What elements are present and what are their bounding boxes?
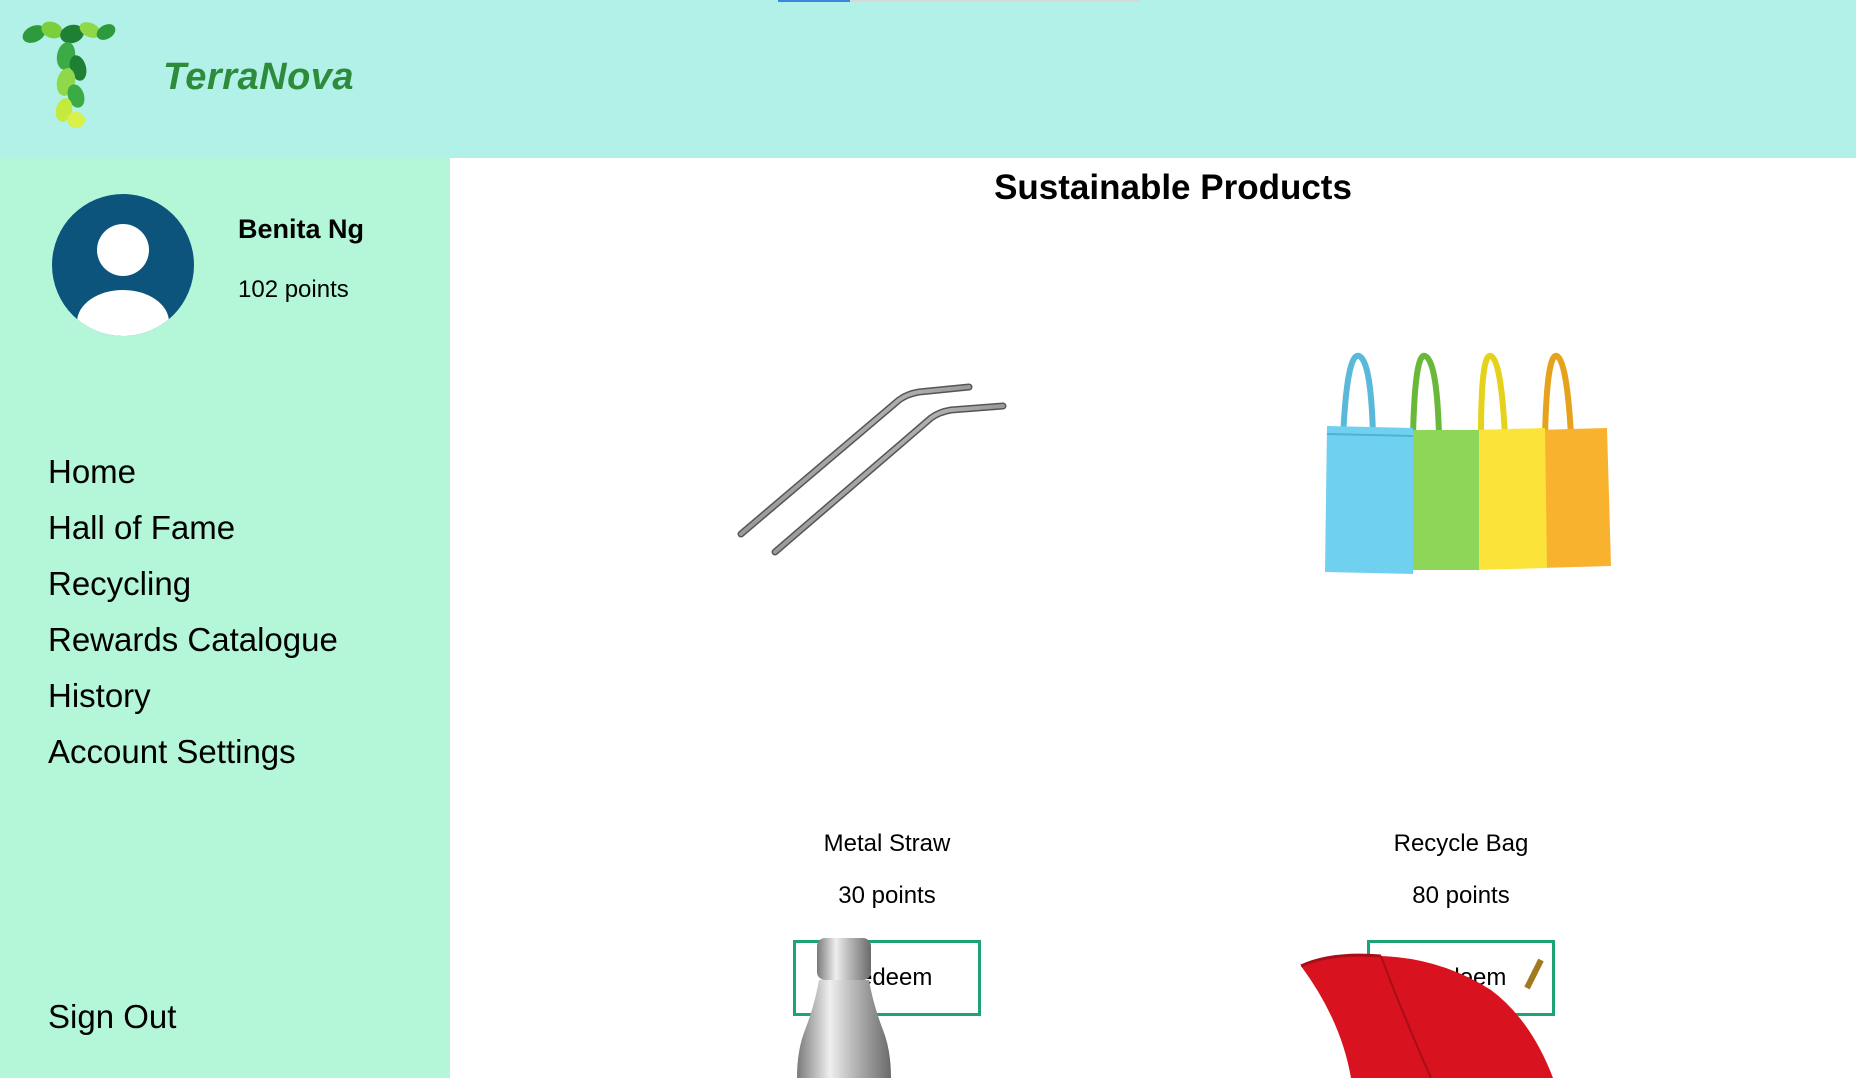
metal-straw-image <box>737 383 1007 556</box>
water-bottle-image <box>797 938 891 1078</box>
sidebar: Benita Ng 102 points Home Hall of Fame R… <box>0 158 450 1078</box>
sidebar-item-history[interactable]: History <box>48 668 338 724</box>
sidebar-nav: Home Hall of Fame Recycling Rewards Cata… <box>48 444 338 780</box>
recycle-bag-image <box>1325 352 1611 574</box>
sidebar-item-hall-of-fame[interactable]: Hall of Fame <box>48 500 338 556</box>
header-bar: TerraNova <box>0 0 1856 158</box>
sidebar-item-account-settings[interactable]: Account Settings <box>48 724 338 780</box>
product-card-metal-straw: Metal Straw 30 points Redeem <box>677 330 1097 1030</box>
sidebar-item-rewards-catalogue[interactable]: Rewards Catalogue <box>48 612 338 668</box>
brand-name: TerraNova <box>163 56 355 98</box>
user-avatar-icon <box>52 194 194 336</box>
top-progress-bar <box>778 0 1140 2</box>
product-card-umbrella <box>1251 930 1671 1078</box>
product-name: Recycle Bag <box>1393 830 1529 857</box>
page-title: Sustainable Products <box>994 168 1352 207</box>
product-points: 80 points <box>1412 882 1510 909</box>
sidebar-item-home[interactable]: Home <box>48 444 338 500</box>
main-content: Sustainable Products Metal Straw 30 poin… <box>450 158 1856 1078</box>
product-name: Metal Straw <box>823 830 951 857</box>
user-name: Benita Ng <box>238 214 365 244</box>
product-points: 30 points <box>838 882 936 909</box>
top-progress-fill <box>778 0 850 2</box>
sidebar-item-recycling[interactable]: Recycling <box>48 556 338 612</box>
leaf-letter-t-logo <box>22 21 116 128</box>
product-card-water-bottle <box>677 930 1097 1078</box>
sign-out-link[interactable]: Sign Out <box>48 998 176 1036</box>
umbrella-image <box>1300 953 1553 1078</box>
product-card-recycle-bag: Recycle Bag 80 points Redeem <box>1251 330 1671 1030</box>
user-points: 102 points <box>238 276 349 303</box>
